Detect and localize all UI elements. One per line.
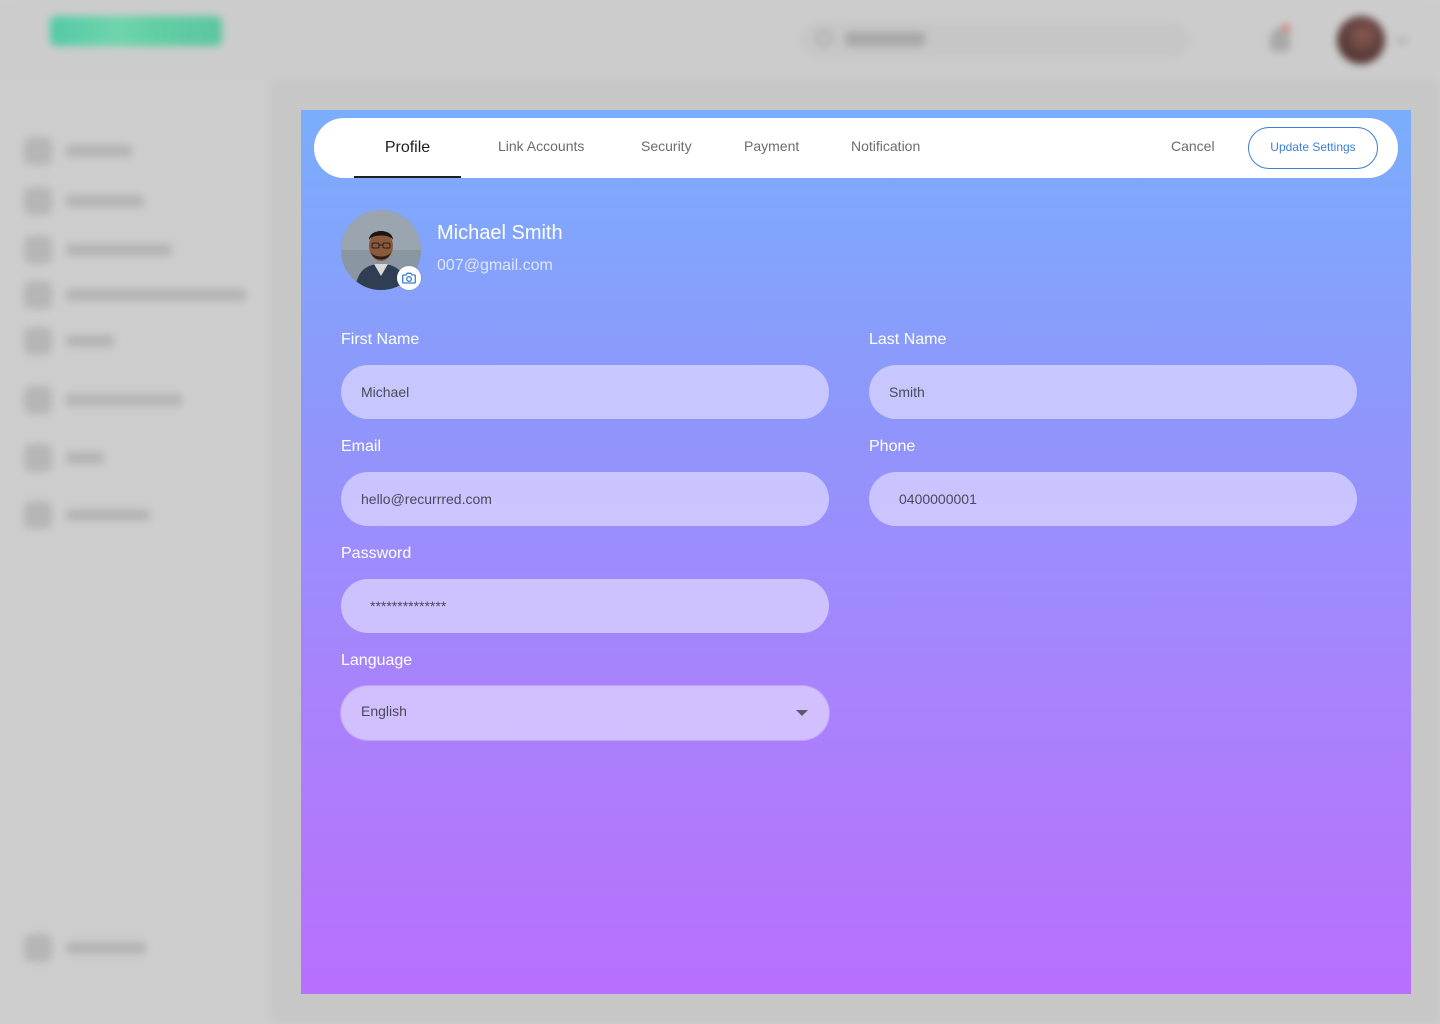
- settings-modal: Profile Link Accounts Security Payment N…: [301, 110, 1411, 994]
- search-icon: [816, 30, 832, 46]
- profile-email: 007@gmail.com: [437, 257, 553, 274]
- tab-profile[interactable]: Profile: [354, 118, 461, 178]
- cancel-button[interactable]: Cancel: [1171, 138, 1215, 154]
- tab-payment[interactable]: Payment: [744, 118, 799, 178]
- password-label: Password: [341, 545, 412, 562]
- search-placeholder: [845, 32, 925, 46]
- caret-down-icon: [796, 710, 808, 716]
- app-sidebar: [0, 80, 270, 1024]
- language-select-value: English: [361, 703, 407, 719]
- app-logo: [50, 16, 222, 46]
- email-field[interactable]: [341, 472, 829, 526]
- last-name-label: Last Name: [869, 331, 947, 348]
- first-name-label: First Name: [341, 331, 420, 348]
- email-label: Email: [341, 438, 382, 455]
- last-name-field[interactable]: [869, 365, 1357, 419]
- header-avatar: [1337, 16, 1385, 64]
- first-name-field[interactable]: [341, 365, 829, 419]
- phone-label: Phone: [869, 438, 916, 455]
- tab-notification[interactable]: Notification: [851, 118, 920, 178]
- password-field[interactable]: [341, 579, 829, 633]
- profile-name: Michael Smith: [437, 222, 563, 244]
- language-select[interactable]: English: [341, 686, 829, 740]
- tab-link-accounts[interactable]: Link Accounts: [498, 118, 584, 178]
- notification-dot: [1282, 24, 1290, 32]
- phone-field[interactable]: [869, 472, 1357, 526]
- tab-security[interactable]: Security: [641, 118, 692, 178]
- change-photo-button[interactable]: [397, 266, 421, 290]
- settings-tabbar: Profile Link Accounts Security Payment N…: [314, 118, 1398, 178]
- camera-icon: [402, 272, 416, 284]
- language-label: Language: [341, 652, 413, 669]
- update-settings-button[interactable]: Update Settings: [1248, 127, 1378, 169]
